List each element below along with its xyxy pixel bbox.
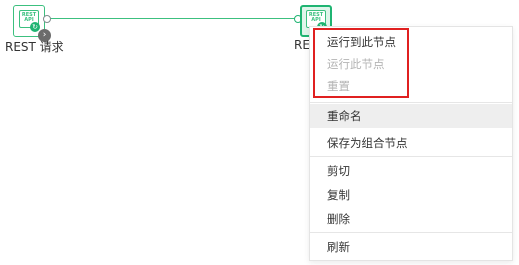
menu-item-delete[interactable]: 删除 bbox=[310, 207, 512, 231]
menu-item-cut[interactable]: 剪切 bbox=[310, 159, 512, 183]
menu-separator bbox=[310, 232, 512, 233]
menu-item-refresh[interactable]: 刷新 bbox=[310, 235, 512, 259]
workflow-canvas[interactable]: RESTAPI ↻ › REST 请求 RESTAPI ↻ REST 运行到此节… bbox=[0, 0, 519, 265]
menu-item-save-as-composite[interactable]: 保存为组合节点 bbox=[310, 131, 512, 155]
menu-separator bbox=[310, 102, 512, 103]
connection-edge[interactable] bbox=[46, 18, 296, 19]
menu-separator bbox=[310, 156, 512, 157]
menu-item-rename[interactable]: 重命名 bbox=[310, 104, 512, 128]
menu-item-reset: 重置 bbox=[327, 79, 350, 93]
node-label: REST 请求 bbox=[5, 40, 64, 54]
menu-item-run-node: 运行此节点 bbox=[327, 57, 385, 71]
menu-item-run-to-node[interactable]: 运行到此节点 bbox=[310, 30, 512, 54]
menu-item-copy[interactable]: 复制 bbox=[310, 183, 512, 207]
context-menu: 运行到此节点 运行此节点 重置 重命名 保存为组合节点 剪切 复制 删除 刷新 bbox=[309, 26, 513, 261]
output-port[interactable] bbox=[43, 15, 51, 23]
